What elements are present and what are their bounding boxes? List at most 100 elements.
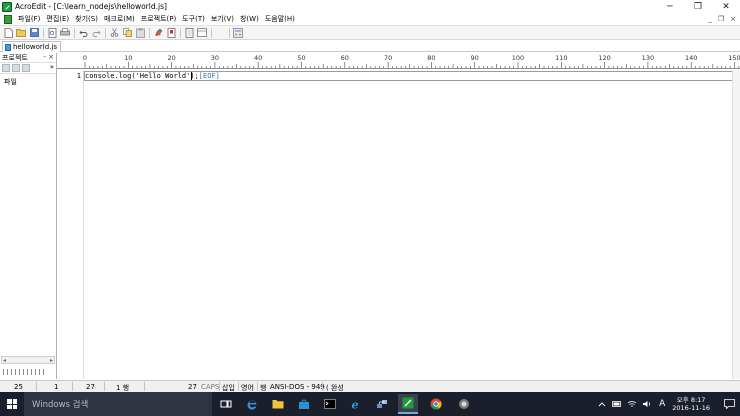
restore-button[interactable]: ❐ (684, 0, 712, 13)
minimize-button[interactable]: ─ (656, 0, 684, 13)
mdi-close-button[interactable]: × (730, 15, 736, 23)
footer-tick (3, 369, 4, 375)
mdi-minimize-button[interactable]: _ (708, 15, 712, 23)
menu-window[interactable]: 창(W) (237, 14, 262, 24)
toolbar-separator (105, 27, 106, 38)
project-add-icon[interactable] (22, 64, 30, 72)
project-panel: 프로젝트 - × » 파일 ◂ ▸ (0, 53, 57, 379)
mdi-restore-button[interactable]: ❐ (718, 15, 724, 23)
paste-icon[interactable] (135, 27, 145, 38)
project-panel-controls[interactable]: - × (43, 53, 54, 61)
document-tab-bar: helloworld.js (0, 40, 740, 52)
project-panel-scrollbar[interactable]: ◂ ▸ (1, 356, 55, 364)
copy-icon[interactable] (122, 28, 132, 38)
footer-tick (27, 369, 28, 375)
task-view-icon[interactable] (216, 394, 236, 414)
menu-file[interactable]: 파일(F) (15, 14, 43, 24)
editor-area[interactable]: 0 10 20 30 40 50 60 70 80 90 100 110 120 130 140 150 1 … (57, 53, 740, 379)
save-icon[interactable] (29, 28, 39, 38)
blank-icon[interactable] (215, 28, 225, 38)
menu-search[interactable]: 찾기(S) (72, 14, 101, 24)
cut-icon[interactable] (109, 28, 119, 38)
acroedit-taskbar-icon[interactable] (398, 394, 418, 414)
menu-project[interactable]: 프로젝트(P) (138, 14, 179, 24)
code-line[interactable]: console.log('Hello World');[EOF] (85, 72, 220, 80)
close-button[interactable]: ✕ (712, 0, 740, 13)
status-encoding[interactable]: ANSI-DOS - 949 (270, 383, 325, 391)
split-view-icon[interactable] (197, 28, 207, 38)
status-separator (72, 382, 73, 391)
toolbar-separator (74, 27, 75, 38)
menu-bar: 파일(F) 편집(E) 찾기(S) 매크로(M) 프로젝트(P) 도구(T) 보… (0, 13, 740, 25)
project-tree-item-file[interactable]: 파일 (0, 74, 56, 87)
ruler-label: 120 (598, 54, 611, 62)
editor-vertical-scrollbar[interactable] (732, 70, 740, 379)
menu-help[interactable]: 도움말(H) (262, 14, 298, 24)
footer-tick (23, 369, 24, 375)
battery-icon[interactable] (612, 399, 622, 409)
system-clock[interactable]: 오후 8:17 2016-11-16 (672, 396, 710, 412)
notification-icon[interactable] (718, 392, 740, 416)
scroll-right-icon[interactable]: ▸ (50, 357, 53, 364)
menu-tools[interactable]: 도구(T) (179, 14, 208, 24)
highlight-icon[interactable] (153, 28, 163, 38)
edge-browser-icon[interactable] (242, 394, 262, 414)
footer-tick (31, 369, 32, 375)
file-explorer-icon[interactable] (268, 394, 288, 414)
document-icon[interactable] (4, 14, 12, 24)
mdi-controls: _ ❐ × (708, 13, 736, 25)
tab-helloworld-js[interactable]: helloworld.js (2, 41, 62, 52)
wifi-icon[interactable] (627, 399, 637, 409)
windows-search-box[interactable]: Windows 검색 (24, 392, 212, 416)
project-new-icon[interactable] (2, 64, 10, 72)
status-separator (219, 382, 220, 391)
gutter-divider (83, 70, 84, 379)
menu-edit[interactable]: 편집(E) (43, 14, 72, 24)
code-text[interactable]: console.log('Hello World'); (85, 72, 199, 80)
project-open-icon[interactable] (12, 64, 20, 72)
chevron-up-icon[interactable] (597, 399, 607, 409)
internet-explorer-icon[interactable]: e (346, 394, 366, 414)
ruler-label: 20 (167, 54, 176, 62)
status-separator (238, 382, 239, 391)
ruler-label: 130 (641, 54, 655, 62)
undo-icon[interactable] (78, 28, 88, 38)
volume-icon[interactable] (642, 399, 652, 409)
acroedit-app-icon[interactable] (2, 1, 12, 12)
svg-text:e: e (352, 399, 359, 411)
footer-tick (43, 369, 44, 375)
scroll-left-icon[interactable]: ◂ (3, 357, 6, 364)
clock-date: 2016-11-16 (672, 404, 710, 412)
ime-indicator[interactable]: A (657, 399, 667, 409)
chevron-right-icon[interactable]: » (50, 63, 54, 71)
new-file-icon[interactable] (3, 27, 13, 38)
status-separator (144, 382, 145, 391)
command-prompt-icon[interactable] (320, 394, 340, 414)
windows-logo-icon (7, 399, 17, 409)
store-icon[interactable] (294, 394, 314, 414)
misc-app-icon[interactable] (454, 394, 474, 414)
open-folder-icon[interactable] (16, 28, 26, 38)
network-app-icon[interactable] (372, 394, 392, 414)
print-preview-icon[interactable] (47, 27, 57, 38)
menu-view[interactable]: 보기(V) (208, 14, 237, 24)
project-panel-toolbar: » (0, 63, 56, 74)
ruler-label: 10 (124, 54, 133, 62)
document-view-icon[interactable] (184, 27, 194, 38)
ruler-label: 50 (297, 54, 306, 62)
line-number: 1 (76, 72, 81, 80)
project-panel-footer (0, 367, 56, 377)
chrome-icon[interactable] (426, 394, 446, 414)
toolbar-separator (180, 27, 181, 38)
toolbar-separator (229, 27, 230, 38)
start-button[interactable] (0, 392, 24, 416)
redo-icon[interactable] (91, 28, 101, 38)
print-icon[interactable] (60, 28, 70, 38)
project-panel-header: 프로젝트 - × (0, 53, 56, 63)
ruler-label: 90 (470, 54, 479, 62)
menu-macro[interactable]: 매크로(M) (101, 14, 138, 24)
bookmark-icon[interactable] (166, 27, 176, 38)
calculator-icon[interactable] (233, 27, 243, 38)
toolbar-separator (211, 27, 212, 38)
toolbar-separator (43, 27, 44, 38)
